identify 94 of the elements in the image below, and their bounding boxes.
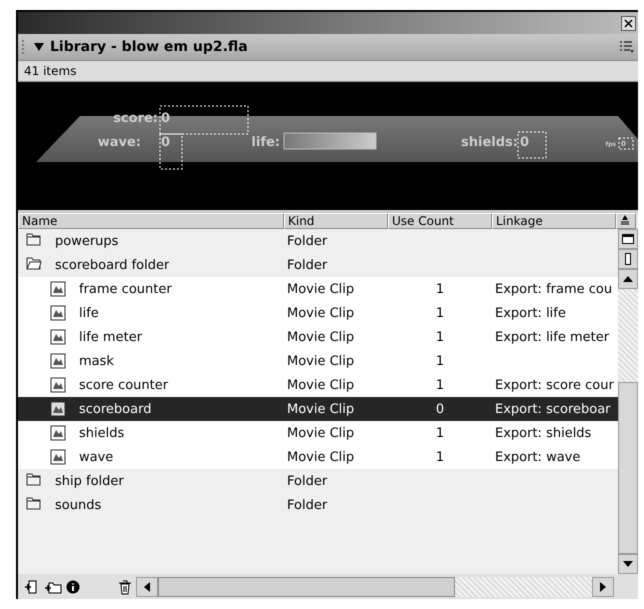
- use-count: 1: [434, 306, 446, 320]
- library-row[interactable]: score counter Movie Clip 1 Export: score cour: [18, 373, 618, 397]
- library-row[interactable]: scoreboard Movie Clip 0 Export: scoreboar: [18, 397, 618, 421]
- close-icon[interactable]: [621, 16, 636, 30]
- wide-view-icon: [622, 234, 634, 244]
- library-row[interactable]: life Movie Clip 1 Export: life: [18, 301, 618, 325]
- item-name: powerups: [54, 234, 118, 248]
- item-kind: Folder: [286, 498, 328, 512]
- item-name: score counter: [78, 378, 168, 392]
- linkage: Export: shields: [494, 426, 592, 440]
- use-count: 1: [434, 354, 446, 368]
- score-value: 0: [520, 135, 530, 150]
- down-arrow-icon: [623, 561, 633, 567]
- panel-title: Library - blow em up2.fla: [50, 39, 249, 55]
- scroll-right-button[interactable]: [592, 576, 614, 596]
- movie-clip-icon: [50, 401, 66, 417]
- movie-clip-icon: [50, 425, 66, 441]
- movie-clip-icon: [50, 305, 66, 321]
- item-kind: Movie Clip: [286, 306, 356, 320]
- column-header[interactable]: Linkage: [492, 213, 616, 229]
- collapse-triangle-icon[interactable]: [34, 43, 44, 51]
- item-kind: Folder: [286, 234, 328, 248]
- score-label: shields:: [461, 135, 518, 150]
- narrow-view-icon: [625, 253, 631, 265]
- item-kind: Movie Clip: [286, 330, 356, 344]
- movie-clip-icon: [50, 449, 66, 465]
- item-name: life: [78, 306, 99, 320]
- text-field-outline: [518, 132, 546, 158]
- linkage: Export: score cour: [494, 378, 615, 392]
- item-name: shields: [78, 426, 124, 440]
- open-folder-icon: [26, 255, 42, 271]
- scroll-up-button[interactable]: [618, 269, 638, 289]
- info-icon[interactable]: [66, 580, 80, 594]
- library-row[interactable]: shields Movie Clip 1 Export: shields: [18, 421, 618, 445]
- library-row[interactable]: frame counter Movie Clip 1 Export: frame cou: [18, 277, 618, 301]
- item-kind: Movie Clip: [286, 426, 356, 440]
- wide-view-button[interactable]: [618, 229, 638, 249]
- left-arrow-icon: [144, 582, 150, 592]
- score-label: life:: [251, 135, 280, 150]
- item-kind: Movie Clip: [286, 378, 356, 392]
- item-count: 41 items: [18, 61, 638, 82]
- item-kind: Movie Clip: [286, 282, 356, 296]
- folder-icon: [26, 231, 42, 247]
- movie-clip-icon: [50, 353, 66, 369]
- use-count: 1: [434, 450, 446, 464]
- folder-icon: [26, 471, 42, 487]
- right-arrow-icon: [600, 582, 606, 592]
- linkage: Export: life: [494, 306, 567, 320]
- item-name: mask: [78, 354, 114, 368]
- item-name: ship folder: [54, 474, 124, 488]
- item-name: scoreboard folder: [54, 258, 170, 272]
- item-name: wave: [78, 450, 114, 464]
- item-kind: Folder: [286, 474, 328, 488]
- library-row[interactable]: mask Movie Clip 1: [18, 349, 618, 373]
- trash-icon[interactable]: [118, 578, 132, 594]
- item-name: scoreboard: [78, 402, 152, 416]
- sort-order-icon: [620, 215, 630, 225]
- item-kind: Movie Clip: [286, 450, 356, 464]
- column-header[interactable]: Name: [18, 213, 284, 229]
- scroll-thumb[interactable]: [618, 382, 638, 554]
- linkage: Export: life meter: [494, 330, 610, 344]
- movie-clip-icon: [50, 281, 66, 297]
- score-label: wave:: [98, 135, 141, 150]
- item-name: frame counter: [78, 282, 172, 296]
- item-kind: Movie Clip: [286, 354, 356, 368]
- scroll-down-button[interactable]: [618, 554, 638, 574]
- folder-icon: [26, 495, 42, 511]
- sort-order-button[interactable]: [616, 213, 636, 229]
- item-name: sounds: [54, 498, 102, 512]
- use-count: 1: [434, 378, 446, 392]
- linkage: Export: wave: [494, 450, 582, 464]
- column-header[interactable]: Kind: [284, 213, 388, 229]
- item-name: life meter: [78, 330, 142, 344]
- movie-clip-icon: [50, 329, 66, 345]
- text-field-outline: [618, 138, 634, 150]
- linkage: Export: scoreboar: [494, 402, 612, 416]
- horizontal-scroll-thumb[interactable]: [158, 576, 455, 596]
- item-kind: Movie Clip: [286, 402, 356, 416]
- use-count: 0: [434, 402, 446, 416]
- scroll-left-button[interactable]: [136, 576, 158, 596]
- use-count: 1: [434, 330, 446, 344]
- menu-icon[interactable]: [620, 41, 634, 53]
- horizontal-scrollbar[interactable]: [136, 576, 614, 596]
- library-row[interactable]: wave Movie Clip 1 Export: wave: [18, 445, 618, 469]
- narrow-view-button[interactable]: [618, 249, 638, 269]
- library-row[interactable]: life meter Movie Clip 1 Export: life meter: [18, 325, 618, 349]
- item-kind: Folder: [286, 258, 328, 272]
- use-count: 1: [434, 426, 446, 440]
- linkage: Export: frame cou: [494, 282, 614, 296]
- use-count: 1: [434, 282, 446, 296]
- score-value: 0: [161, 135, 170, 150]
- up-arrow-icon: [623, 276, 633, 282]
- column-header[interactable]: Use Count: [388, 213, 492, 229]
- movie-clip-icon: [50, 377, 66, 393]
